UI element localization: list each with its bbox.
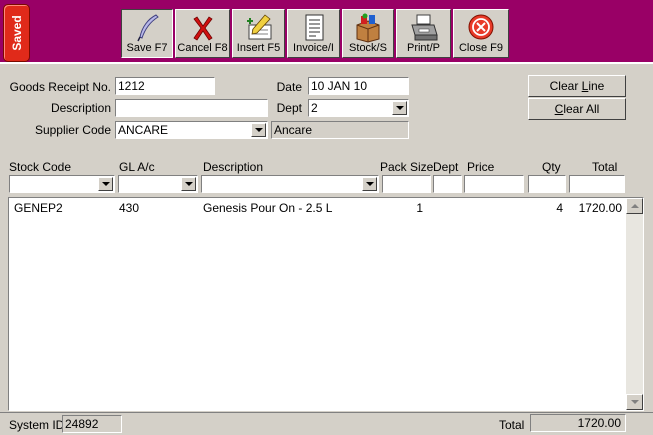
description-dropdown-arrow-icon[interactable] (362, 177, 377, 191)
close-circle-icon (468, 14, 494, 40)
dept-entry-input[interactable] (433, 175, 462, 193)
column-header-stock-code: Stock Code (9, 160, 72, 174)
supplier-code-label: Supplier Code (34, 123, 111, 137)
column-header-price: Price (467, 160, 495, 174)
description-input[interactable] (115, 99, 268, 117)
description-entry-select[interactable] (201, 175, 379, 193)
dept-dropdown-arrow-icon[interactable] (392, 101, 407, 115)
insert-pencil-icon (246, 14, 271, 40)
quill-pen-icon (137, 14, 159, 42)
column-header-qty: Qty (542, 160, 561, 174)
invoice-button-label: Invoice/I (293, 42, 334, 54)
close-button-label: Close F9 (458, 42, 504, 54)
gl-ac-entry-select[interactable] (118, 175, 198, 193)
row-qty: 4 (556, 201, 563, 215)
dept-label: Dept (276, 101, 302, 115)
gl-ac-dropdown-arrow-icon[interactable] (181, 177, 196, 191)
cancel-button[interactable]: Cancel F8 (175, 9, 230, 58)
save-button-label: Save F7 (126, 42, 168, 54)
supplier-name-field: Ancare (271, 121, 409, 139)
invoice-document-icon (305, 14, 323, 41)
goods-receipt-label: Goods Receipt No. (9, 80, 111, 94)
footer-total-label: Total (499, 418, 525, 432)
dept-value: 2 (311, 101, 318, 115)
date-label: Date (276, 80, 302, 94)
clear-line-text: Clear (549, 79, 582, 93)
save-button[interactable]: Save F7 (121, 9, 173, 58)
description-label: Description (50, 101, 111, 115)
goods-receipt-input[interactable]: 1212 (115, 77, 215, 95)
pack-size-entry-input[interactable] (382, 175, 431, 193)
supplier-dropdown-arrow-icon[interactable] (251, 123, 266, 137)
row-stock-code: GENEP2 (14, 201, 63, 215)
row-gl-ac: 430 (119, 201, 140, 215)
invoice-button[interactable]: Invoice/I (287, 9, 340, 58)
red-x-icon (192, 16, 213, 41)
footer-divider (0, 412, 653, 413)
stock-button-label: Stock/S (349, 42, 387, 54)
stock-box-icon (356, 13, 380, 43)
cancel-button-label: Cancel F8 (177, 42, 228, 54)
clear-line-button[interactable]: Clear Line (528, 75, 626, 97)
toolbar-divider (0, 62, 653, 64)
scroll-up-arrow-icon[interactable] (626, 198, 643, 214)
supplier-code-value: ANCARE (118, 123, 169, 137)
clear-all-text-end: lear All (563, 102, 600, 116)
clear-all-button[interactable]: Clear All (528, 98, 626, 120)
qty-entry-input[interactable] (528, 175, 566, 193)
column-header-description: Description (203, 160, 264, 174)
row-total: 1720.00 (578, 201, 622, 215)
system-id-field: 24892 (62, 415, 122, 433)
vertical-scrollbar[interactable] (626, 198, 643, 410)
dept-select[interactable]: 2 (308, 99, 409, 117)
saved-status-badge: Saved (3, 4, 30, 62)
row-description: Genesis Pour On - 2.5 L (203, 201, 333, 215)
saved-label: Saved (9, 15, 24, 51)
column-header-gl-ac: GL A/c (119, 160, 155, 174)
stock-code-entry-select[interactable] (9, 175, 115, 193)
column-header-dept: Dept (433, 160, 459, 174)
footer-total-field: 1720.00 (530, 414, 626, 432)
print-button-label: Print/P (406, 42, 440, 54)
total-entry-input[interactable] (569, 175, 625, 193)
print-button[interactable]: Print/P (396, 9, 451, 58)
insert-button-label: Insert F5 (236, 42, 281, 54)
clear-all-hotkey: C (554, 102, 564, 116)
row-pack-size: 1 (416, 201, 423, 215)
table-row[interactable]: GENEP2 430 Genesis Pour On - 2.5 L 1 4 1… (9, 199, 626, 217)
clear-line-text-end: ine (588, 79, 605, 93)
column-header-pack-size: Pack Size (380, 160, 434, 174)
date-input[interactable]: 10 JAN 10 (308, 77, 409, 95)
insert-button[interactable]: Insert F5 (232, 9, 285, 58)
scroll-down-arrow-icon[interactable] (626, 394, 643, 410)
stock-code-dropdown-arrow-icon[interactable] (98, 177, 113, 191)
line-items-grid[interactable] (8, 197, 644, 411)
stock-button[interactable]: Stock/S (342, 9, 394, 58)
column-header-total: Total (592, 160, 618, 174)
close-button[interactable]: Close F9 (453, 9, 509, 58)
printer-icon (410, 14, 438, 41)
supplier-code-select[interactable]: ANCARE (115, 121, 268, 139)
price-entry-input[interactable] (464, 175, 524, 193)
system-id-label: System ID (9, 418, 65, 432)
